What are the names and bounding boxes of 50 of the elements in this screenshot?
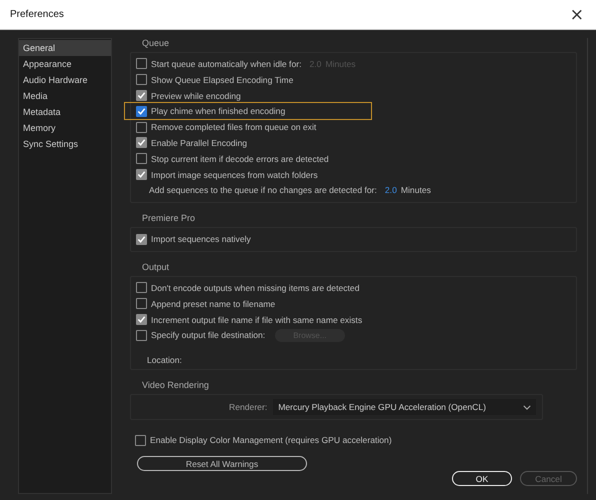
- section-title: Premiere Pro: [142, 213, 196, 224]
- checkbox-label: Preview while encoding: [151, 90, 241, 101]
- checkbox[interactable]: [136, 330, 147, 341]
- renderer-label: Renderer:: [229, 402, 268, 412]
- checkbox[interactable]: [136, 169, 147, 180]
- window-title: Preferences: [10, 9, 64, 20]
- renderer-dropdown[interactable]: Mercury Playback Engine GPU Acceleration (OpenCL): [273, 399, 536, 416]
- checkbox[interactable]: [136, 122, 147, 133]
- reset-warnings-button[interactable]: Reset All Warnings: [137, 456, 307, 471]
- checkbox[interactable]: [136, 58, 147, 70]
- checkbox-label: Enable Parallel Encoding: [151, 138, 248, 148]
- sidebar-item[interactable]: Appearance: [19, 56, 111, 72]
- sidebar-item[interactable]: General: [19, 40, 111, 56]
- checkbox-label: Specify output file destination:: [151, 330, 266, 340]
- close-button[interactable]: ×: [566, 4, 588, 25]
- checkbox-label: Play chime when finished encoding: [151, 106, 286, 116]
- checkbox-label: Start queue automatically when idle for:: [151, 58, 302, 69]
- checkbox-label: Import sequences natively: [151, 234, 251, 244]
- checkbox[interactable]: [136, 106, 147, 117]
- value-field[interactable]: 2.0: [384, 185, 397, 196]
- section-title: Video Rendering: [142, 380, 209, 390]
- checkbox-label: Import image sequences from watch folders: [151, 170, 318, 180]
- section-title: Queue: [142, 38, 170, 48]
- checkbox[interactable]: [136, 282, 147, 294]
- chevron-icon: [523, 404, 531, 410]
- checkbox[interactable]: [136, 90, 147, 102]
- checkbox-label: Increment output file name if file with same name exists: [151, 314, 362, 324]
- checkbox-label: Enable Display Color Management (requires GPU acceleration): [150, 435, 392, 446]
- checkbox[interactable]: [136, 314, 147, 325]
- sidebar-item[interactable]: Sync Settings: [19, 136, 111, 152]
- checkbox-label: Append preset name to filename: [151, 298, 276, 309]
- checkbox[interactable]: [136, 153, 147, 164]
- checkbox[interactable]: [136, 74, 147, 86]
- sidebar-item[interactable]: Metadata: [19, 104, 111, 120]
- ok-button[interactable]: OK: [452, 471, 512, 486]
- sidebar-item[interactable]: Media: [19, 88, 111, 104]
- sidebar-item[interactable]: Memory: [19, 120, 111, 136]
- checkbox-label: Show Queue Elapsed Encoding Time: [151, 74, 294, 85]
- section-title: Output: [142, 262, 170, 272]
- sidebar-item[interactable]: Audio Hardware: [19, 72, 111, 88]
- unit-label: Minutes: [400, 185, 431, 196]
- checkbox[interactable]: [136, 234, 147, 245]
- checkbox[interactable]: [135, 434, 146, 446]
- checkbox[interactable]: [136, 137, 147, 148]
- checkbox-label: Don't encode outputs when missing items are detected: [151, 282, 360, 293]
- location-label: Location:: [147, 355, 182, 366]
- checkbox-label: Remove completed files from queue on exit: [151, 122, 316, 132]
- checkbox-label: Stop current item if decode errors are detected: [151, 154, 329, 164]
- setting-label: Add sequences to the queue if no changes are detected for:: [149, 185, 377, 196]
- checkbox[interactable]: [136, 298, 147, 310]
